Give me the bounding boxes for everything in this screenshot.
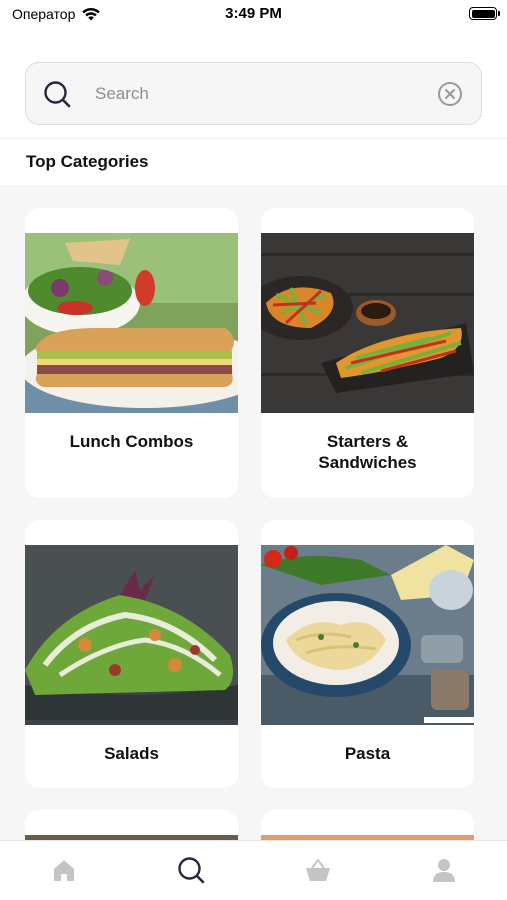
divider	[0, 138, 507, 139]
battery-icon	[469, 7, 500, 20]
lunch-combos-image	[25, 233, 238, 413]
category-card-lunch-combos[interactable]: Lunch Combos	[25, 208, 238, 498]
tab-home[interactable]	[49, 855, 79, 885]
search-input[interactable]	[95, 83, 437, 104]
category-label: Lunch Combos	[69, 432, 194, 451]
tab-search[interactable]	[176, 855, 206, 885]
status-bar: Оператор 3:49 PM	[0, 0, 507, 32]
search-icon	[178, 857, 205, 884]
search-bar[interactable]	[25, 62, 482, 125]
category-label: Salads	[104, 744, 159, 763]
status-time: 3:49 PM	[225, 5, 282, 22]
clear-search-icon[interactable]	[437, 81, 463, 107]
search-icon	[44, 80, 71, 107]
category-card-partial[interactable]	[25, 810, 238, 840]
basket-icon	[306, 858, 330, 881]
category-card-partial[interactable]	[261, 810, 474, 840]
category-label: Starters & Sandwiches	[318, 432, 417, 472]
salads-image	[25, 545, 238, 725]
category-grid[interactable]: Lunch Combos Starters & Sandwiches Salad…	[0, 185, 507, 840]
section-title: Top Categories	[26, 152, 149, 171]
profile-icon	[433, 859, 455, 882]
tab-profile[interactable]	[429, 855, 459, 885]
home-icon	[54, 860, 74, 881]
category-label: Pasta	[344, 744, 391, 763]
category-card-starters-sandwiches[interactable]: Starters & Sandwiches	[261, 208, 474, 498]
starters-sandwiches-image	[261, 233, 474, 413]
pasta-image	[261, 545, 474, 725]
tab-bar	[0, 840, 507, 900]
category-card-pasta[interactable]: Pasta	[261, 520, 474, 788]
tab-basket[interactable]	[303, 855, 333, 885]
category-card-salads[interactable]: Salads	[25, 520, 238, 788]
